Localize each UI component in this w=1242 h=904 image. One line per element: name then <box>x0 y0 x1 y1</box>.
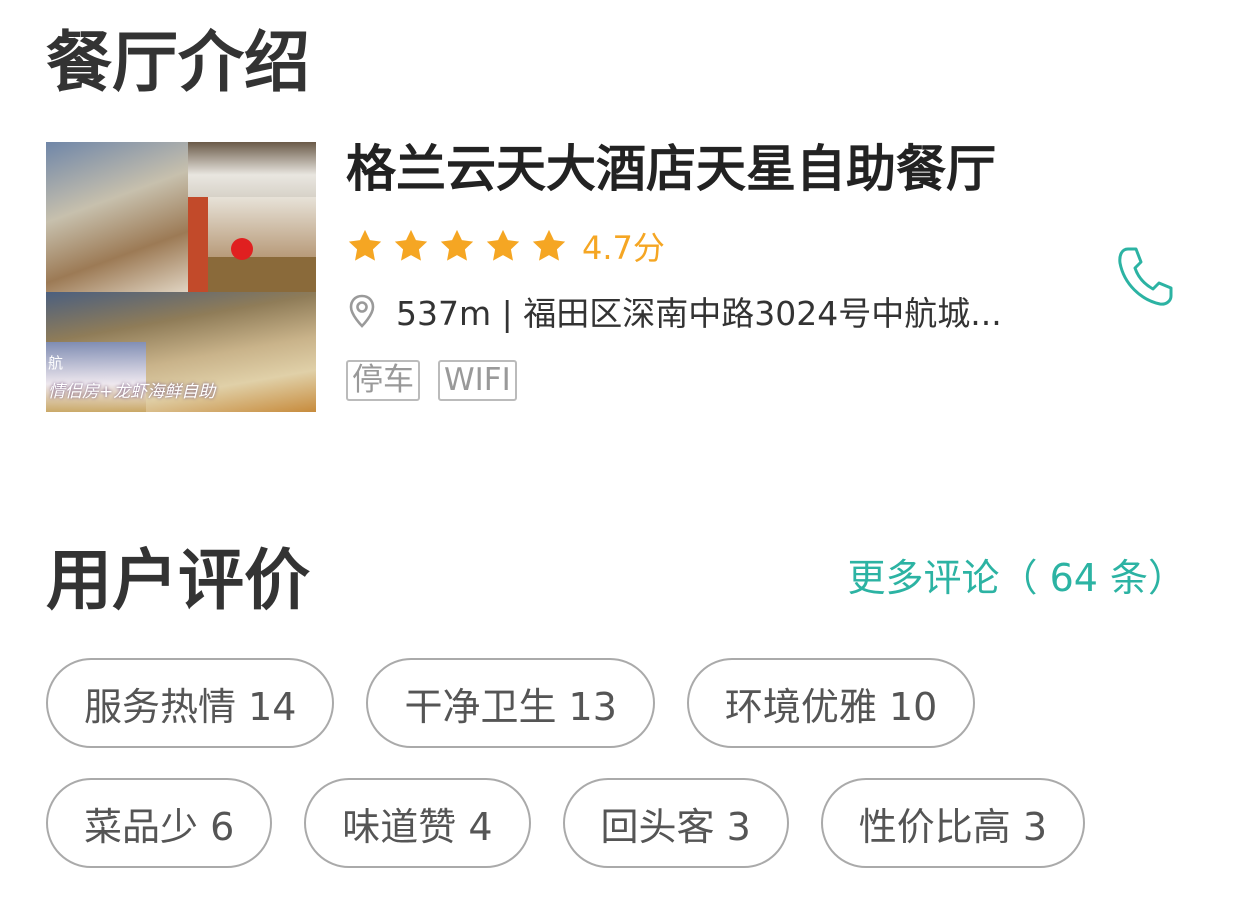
review-tags-row-1: 服务热情 14 干净卫生 13 环境优雅 10 <box>46 658 976 748</box>
review-tags-row-2: 菜品少 6 味道赞 4 回头客 3 性价比高 3 <box>46 778 1086 868</box>
thumbnail-seafood-photo <box>46 142 188 292</box>
review-tag-few-dishes[interactable]: 菜品少 6 <box>46 778 273 868</box>
review-tag-service[interactable]: 服务热情 14 <box>46 658 335 748</box>
star-icon <box>532 229 566 261</box>
thumbnail-pepper-photo <box>231 238 253 260</box>
thumbnail-caption: 情侣房+龙虾海鲜自助 <box>48 382 216 402</box>
star-icon <box>440 229 474 261</box>
tag-parking: 停车 <box>346 360 420 401</box>
facility-tags: 停车 WIFI <box>346 360 517 401</box>
rating-row: 4.7分 <box>346 224 665 268</box>
star-icon <box>348 229 382 261</box>
restaurant-intro-title: 餐厅介绍 <box>46 24 310 101</box>
location-pin-icon <box>349 294 375 328</box>
review-tag-value[interactable]: 性价比高 3 <box>820 778 1086 868</box>
thumbnail-caption-top: 航 <box>48 354 64 372</box>
star-rating <box>346 227 576 265</box>
thumbnail-room-photo <box>188 142 316 197</box>
address-row: 537m | 福田区深南中路3024号中航城... <box>346 288 1002 334</box>
tag-wifi: WIFI <box>438 360 517 401</box>
thumbnail-interior-photo <box>208 197 316 257</box>
more-reviews-link[interactable]: 更多评论（ 64 条） <box>847 557 1186 600</box>
user-reviews-title: 用户评价 <box>46 542 310 619</box>
restaurant-name[interactable]: 格兰云天大酒店天星自助餐厅 <box>346 142 996 197</box>
star-icon <box>486 229 520 261</box>
review-tag-tasty[interactable]: 味道赞 4 <box>304 778 531 868</box>
review-tag-return[interactable]: 回头客 3 <box>562 778 789 868</box>
restaurant-address: 537m | 福田区深南中路3024号中航城... <box>396 294 1002 333</box>
star-icon <box>394 229 428 261</box>
review-tag-clean[interactable]: 干净卫生 13 <box>366 658 655 748</box>
rating-score: 4.7分 <box>582 229 665 267</box>
thumbnail-accent-photo <box>188 197 208 292</box>
restaurant-thumbnail[interactable]: 航 情侣房+龙虾海鲜自助 <box>46 142 316 412</box>
phone-icon[interactable] <box>1114 244 1174 310</box>
review-tag-environment[interactable]: 环境优雅 10 <box>686 658 976 748</box>
